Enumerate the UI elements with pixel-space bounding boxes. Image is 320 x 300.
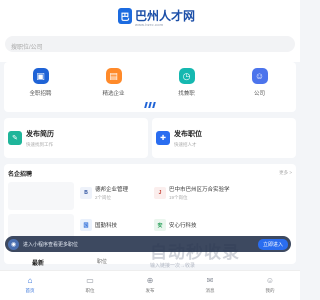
search-bar[interactable] bbox=[5, 36, 295, 56]
job-icon: ▭ bbox=[86, 275, 94, 285]
company-jobs: 19个岗位 bbox=[169, 195, 188, 200]
menu-label: 公司 bbox=[253, 91, 265, 97]
building-icon: ▤ bbox=[105, 68, 122, 84]
banner-text: 进入小程序查看更多职位 bbox=[23, 241, 79, 248]
watermark-subtext: 输入链接一次→收录 bbox=[150, 263, 196, 269]
people-icon: ☺ bbox=[251, 68, 268, 84]
resume-icon: ✎ bbox=[8, 131, 22, 145]
home-icon: ⌂ bbox=[27, 275, 33, 285]
company-logo-icon: J bbox=[154, 187, 166, 199]
user-icon: ☺ bbox=[265, 275, 275, 285]
menu-label: 精选企业 bbox=[102, 91, 125, 97]
message-icon: ✉ bbox=[206, 275, 214, 285]
company-banner[interactable] bbox=[8, 182, 74, 210]
company-logo-icon: 国 bbox=[80, 219, 92, 231]
card-subtitle: 快速找到工作 bbox=[26, 141, 53, 147]
company-item[interactable]: 安 安心行科技 bbox=[154, 216, 294, 234]
tab-label: 发布 bbox=[145, 288, 155, 293]
post-job-card[interactable]: ✚ 发布职位 快速招人才 bbox=[152, 118, 296, 158]
menu-item-parttime[interactable]: ◷ 找兼职 bbox=[150, 62, 223, 112]
section-divider-icon bbox=[144, 102, 156, 108]
search-input[interactable] bbox=[5, 40, 295, 56]
briefcase-icon: ▣ bbox=[32, 68, 49, 84]
clock-icon: ◷ bbox=[178, 68, 195, 84]
company-name: 国勤科技 bbox=[95, 223, 118, 229]
more-link[interactable]: 更多 > bbox=[279, 170, 292, 176]
card-subtitle: 快速招人才 bbox=[174, 141, 197, 147]
menu-item-company[interactable]: ☺ 公司 bbox=[223, 62, 296, 112]
card-title: 发布职位 bbox=[174, 130, 202, 138]
company-name: 安心行科技 bbox=[169, 223, 197, 229]
card-title: 发布简历 bbox=[26, 130, 54, 138]
tab-jobs[interactable]: ▭ 职位 bbox=[60, 271, 120, 300]
tab-messages[interactable]: ✉ 消息 bbox=[180, 271, 240, 300]
newest-title: 最新 bbox=[32, 261, 45, 267]
company-logo-icon: B bbox=[80, 187, 92, 199]
app-root: 巴 巴州人才网 www.bzrc.com ▣ 全职招聘 ▤ 精选企业 ◷ 找兼职… bbox=[0, 0, 300, 300]
logo-mark-icon: 巴 bbox=[118, 8, 132, 24]
tab-mine[interactable]: ☺ 我的 bbox=[240, 271, 300, 300]
menu-label: 找兼职 bbox=[178, 91, 195, 97]
company-name: 德邦企业管理 bbox=[95, 187, 129, 193]
tab-label: 职位 bbox=[85, 288, 95, 293]
tab-home[interactable]: ⌂ 首页 bbox=[0, 271, 60, 300]
post-job-icon: ✚ bbox=[156, 131, 170, 145]
bottom-tabbar: ⌂ 首页 ▭ 职位 ⊕ 发布 ✉ 消息 ☺ 我的 bbox=[0, 270, 300, 300]
company-name: 巴中市巴州区万合实验学 bbox=[169, 187, 230, 193]
post-resume-card[interactable]: ✎ 发布简历 快速找到工作 bbox=[4, 118, 148, 158]
menu-item-fulltime[interactable]: ▣ 全职招聘 bbox=[4, 62, 77, 112]
publish-icon: ⊕ bbox=[146, 275, 154, 285]
tab-label: 消息 bbox=[205, 288, 215, 293]
company-logo-icon: 安 bbox=[154, 219, 166, 231]
section-title: 名企招聘 bbox=[8, 172, 33, 178]
enter-button[interactable]: 立即进入 bbox=[257, 238, 288, 250]
action-cards: ✎ 发布简历 快速找到工作 ✚ 发布职位 快速招人才 bbox=[4, 118, 296, 158]
header: 巴 巴州人才网 www.bzrc.com bbox=[0, 0, 300, 62]
company-item[interactable]: J 巴中市巴州区万合实验学 19个岗位 bbox=[154, 184, 294, 202]
logo-name: 巴州人才网 bbox=[135, 8, 196, 23]
mini-program-banner[interactable]: ◉ 进入小程序查看更多职位 立即进入 bbox=[5, 236, 291, 252]
menu-item-featured[interactable]: ▤ 精选企业 bbox=[77, 62, 150, 112]
logo-url: www.bzrc.com bbox=[135, 22, 164, 27]
company-jobs: 2个岗位 bbox=[95, 195, 112, 200]
tab-publish[interactable]: ⊕ 发布 bbox=[120, 271, 180, 300]
jobs-label: 职位 bbox=[97, 259, 108, 265]
tab-label: 我的 bbox=[265, 288, 275, 293]
menu-label: 全职招聘 bbox=[29, 91, 52, 97]
mini-program-icon: ◉ bbox=[8, 238, 19, 250]
tab-label: 首页 bbox=[25, 288, 35, 293]
